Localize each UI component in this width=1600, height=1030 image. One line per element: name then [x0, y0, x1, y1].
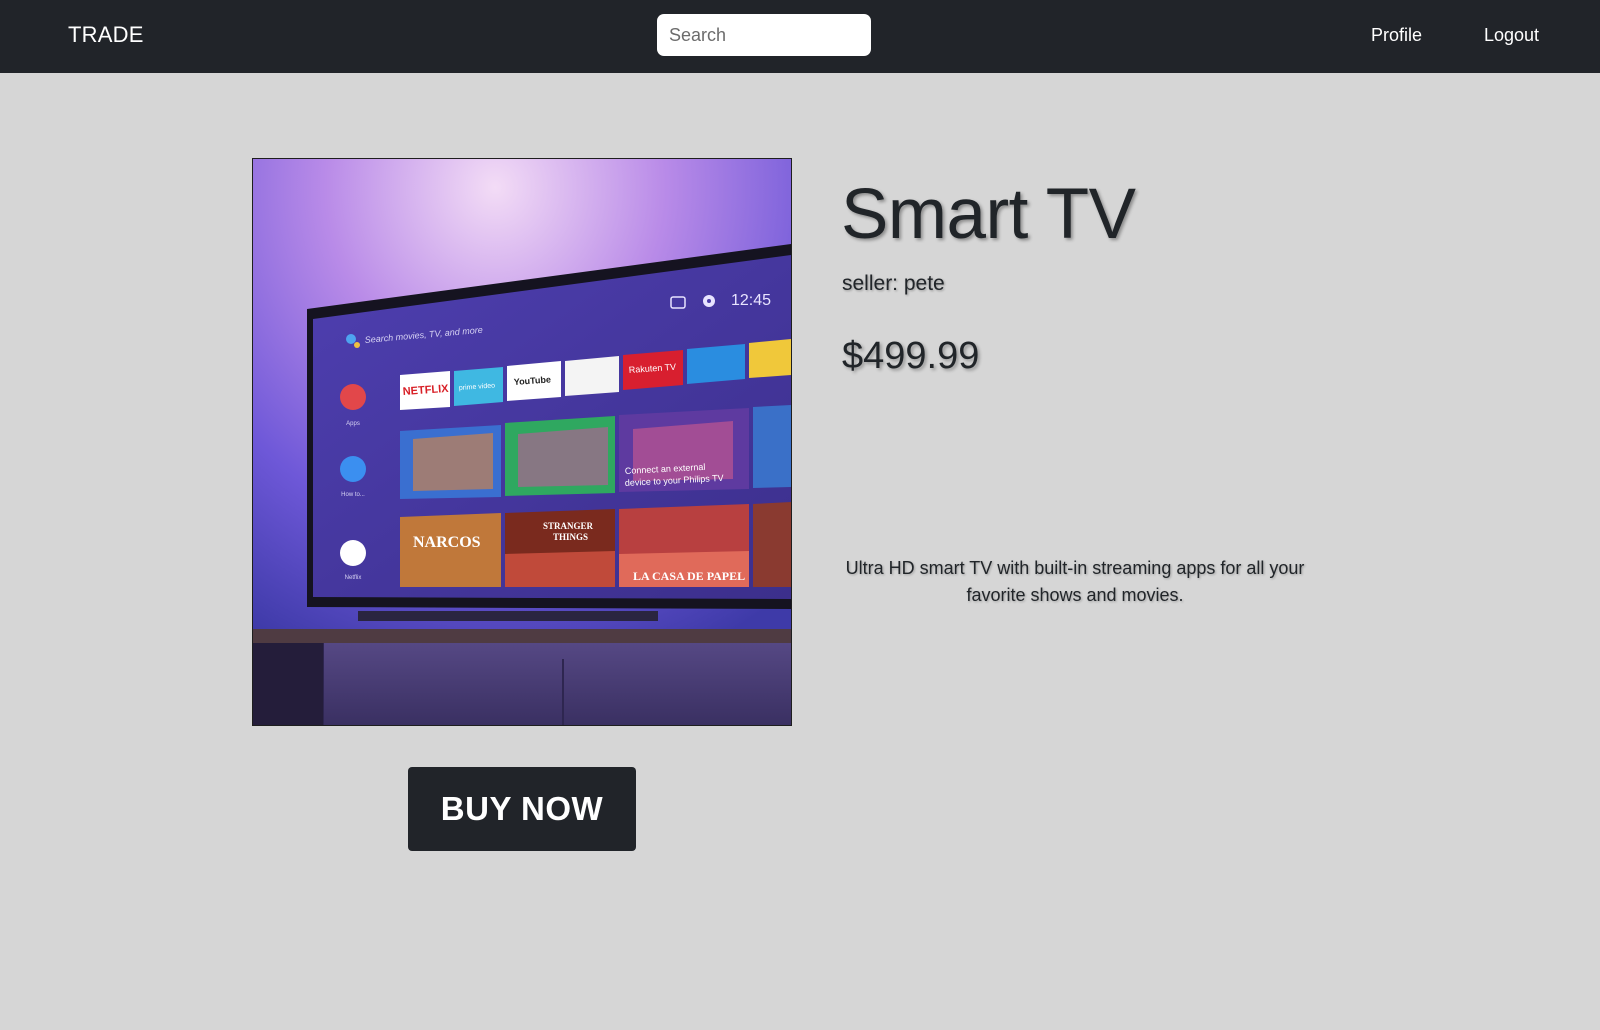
- product-seller: seller: pete: [842, 272, 945, 295]
- product-title: Smart TV: [841, 175, 1136, 254]
- profile-link[interactable]: Profile: [1371, 25, 1422, 46]
- brand-logo-link[interactable]: TRADE: [68, 22, 144, 48]
- svg-text:Netflix: Netflix: [345, 575, 362, 581]
- tv-shows-row: NARCOS STRANGER THINGS LA CASA DE PAPEL: [400, 502, 791, 587]
- svg-text:STRANGER: STRANGER: [543, 521, 594, 531]
- svg-text:How to...: How to...: [341, 492, 365, 498]
- buy-now-button[interactable]: BUY NOW: [408, 767, 636, 851]
- svg-text:NARCOS: NARCOS: [413, 534, 481, 551]
- product-price: $499.99: [842, 335, 980, 377]
- logout-link[interactable]: Logout: [1484, 25, 1539, 46]
- top-navbar: TRADE Profile Logout: [0, 0, 1600, 73]
- search-input[interactable]: [657, 14, 871, 56]
- product-image: 12:45 Search movies, TV, and more Apps H…: [252, 158, 792, 726]
- svg-text:Apps: Apps: [346, 421, 360, 427]
- svg-text:12:45: 12:45: [731, 292, 771, 309]
- product-description: Ultra HD smart TV with built-in streamin…: [845, 558, 1305, 605]
- svg-text:THINGS: THINGS: [553, 532, 588, 542]
- svg-text:LA CASA DE PAPEL: LA CASA DE PAPEL: [633, 569, 745, 583]
